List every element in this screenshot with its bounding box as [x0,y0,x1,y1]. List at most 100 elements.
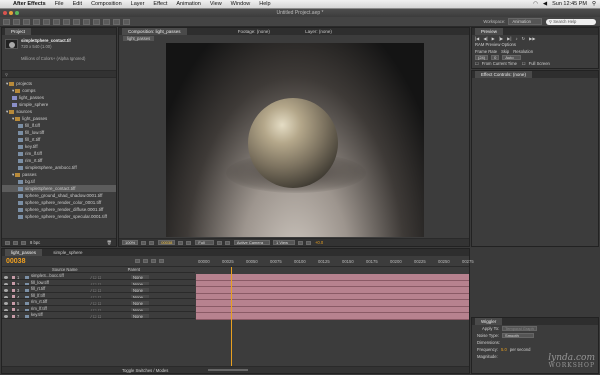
column-parent[interactable]: Parent [128,267,140,272]
full-screen-checkbox[interactable]: ☐ [522,61,526,66]
project-item-file[interactable]: simpleSphere_contact.tiff [2,185,116,192]
layer-duration-bar[interactable] [196,313,469,320]
label-color-swatch[interactable] [12,314,15,318]
viewer-timecode[interactable]: 00038 [158,240,176,245]
menu-window[interactable]: Window [231,1,251,7]
snapshot-icon[interactable] [178,240,184,245]
tab-footage[interactable]: Footage: (none) [232,28,276,35]
brush-tool-icon[interactable] [93,18,100,25]
tab-layer[interactable]: Layer: (none) [299,28,338,35]
project-item-folder[interactable]: ▾ passes [2,171,116,178]
selection-tool-icon[interactable] [3,18,10,25]
wifi-icon[interactable]: ◠ [533,1,538,7]
composition-render[interactable] [166,43,424,237]
camera-select[interactable]: Active Camera [233,240,271,245]
project-item-file[interactable]: fill_lf.tiff [2,122,116,129]
mask-visibility-icon[interactable] [149,240,155,245]
layer-name[interactable]: rim_rt.tiff [31,299,91,305]
magnification-select[interactable]: 100% [122,240,139,245]
text-tool-icon[interactable] [83,18,90,25]
pan-behind-tool-icon[interactable] [53,18,60,25]
breadcrumb[interactable]: light_passes [123,36,155,41]
column-source-name[interactable]: Source Name [52,267,78,272]
graph-editor-icon[interactable] [159,259,165,263]
last-frame-icon[interactable]: ▶| [507,36,511,41]
menubar-clock[interactable]: Sun 12:45 PM [552,1,587,7]
layer-name[interactable]: key.tiff [31,312,91,318]
menu-composition[interactable]: Composition [91,1,122,7]
exposure-value[interactable]: +0.0 [315,240,323,245]
loop-icon[interactable]: ↻ [522,36,526,41]
workspace-select[interactable]: Animation [508,18,542,25]
project-item-folder[interactable]: ▾ sources [2,108,116,115]
puppet-tool-icon[interactable] [123,18,130,25]
project-search-input[interactable]: ⚲ [2,71,116,78]
comp-mini-flowchart-icon[interactable] [135,259,141,263]
project-item-file[interactable]: sphere_sphere_render_color_0001.tiff [2,199,116,206]
tab-preview[interactable]: Preview [475,28,504,35]
frequency-value[interactable]: 5.0 [501,347,507,352]
menu-app-name[interactable]: After Effects [13,1,46,7]
resolution-select[interactable]: Full [195,240,214,245]
menu-file[interactable]: File [55,1,64,7]
from-current-checkbox[interactable]: ☐ [475,61,479,66]
frame-rate-select[interactable]: (24) [475,54,489,60]
toggle-pixel-icon[interactable] [297,240,303,245]
hand-tool-icon[interactable] [13,18,20,25]
pen-tool-icon[interactable] [73,18,80,25]
menu-effect[interactable]: Effect [153,1,167,7]
transparency-grid-icon[interactable] [224,240,230,245]
timeline-timecode[interactable]: 00038 [6,258,25,265]
channel-icon[interactable] [186,240,192,245]
project-item-folder[interactable]: ▾ light_passes [2,115,116,122]
eraser-tool-icon[interactable] [113,18,120,25]
tab-timeline-light-passes[interactable]: light_passes [5,249,43,256]
eye-icon[interactable] [4,315,8,318]
safe-zones-icon[interactable] [141,240,147,245]
toggle-switches-modes-button[interactable]: Toggle Switches / Modes [122,368,168,373]
menu-layer[interactable]: Layer [131,1,145,7]
prev-frame-icon[interactable]: ◀| [483,36,487,41]
layer-switches[interactable]: ⁄ ☐ ☐ [91,314,131,318]
fast-previews-icon[interactable] [305,240,311,245]
project-item-file[interactable]: sphere_ground_shad_shadow.0001.tiff [2,192,116,199]
disclosure-triangle-icon[interactable]: ▾ [6,109,8,114]
layer-name[interactable]: fill_lf.tiff [31,293,91,299]
project-item-file[interactable]: sphere_sphere_render_specular.0001.tiff [2,213,116,220]
tab-effect-controls[interactable]: Effect Controls: (none) [475,71,532,78]
zoom-tool-icon[interactable] [23,18,30,25]
project-item-file[interactable]: rim_lf.tiff [2,150,116,157]
bpc-indicator[interactable]: 8 bpc [30,240,40,245]
rotate-tool-icon[interactable] [33,18,40,25]
clone-tool-icon[interactable] [103,18,110,25]
menu-animation[interactable]: Animation [176,1,200,7]
layer-parent-select[interactable]: None [131,314,150,318]
motion-blur-icon[interactable] [151,259,157,263]
menu-edit[interactable]: Edit [73,1,82,7]
tab-timeline-simple-sphere[interactable]: simple_sphere [47,249,88,256]
project-item-file[interactable]: bg.tif [2,178,116,185]
tab-project[interactable]: Project [5,28,32,35]
disclosure-triangle-icon[interactable]: ▾ [6,81,8,86]
tab-wiggler[interactable]: Wiggler [475,318,503,325]
project-item-folder[interactable]: ▾ projects [2,80,116,87]
project-item-folder[interactable]: ▾ comps [2,87,116,94]
layer-name[interactable]: fill_low.tiff [31,280,91,286]
time-ruler[interactable]: 00000 00025 00050 00075 00100 00125 00150 00175… [196,256,474,267]
resolution-preview-select[interactable]: Auto [502,54,521,60]
mask-tool-icon[interactable] [63,18,70,25]
interpret-footage-icon[interactable] [5,240,10,245]
draft-3d-icon[interactable] [143,259,149,263]
disclosure-triangle-icon[interactable]: ▾ [12,88,14,93]
apply-to-select[interactable]: Temporal Graph [502,326,537,331]
project-item-comp[interactable]: simple_sphere [2,101,116,108]
ram-preview-icon[interactable]: ▶▶ [529,36,535,41]
project-item-file[interactable]: sphere_sphere_render_diffuse.0001.tiff [2,206,116,213]
menu-help[interactable]: Help [259,1,270,7]
tab-composition[interactable]: Composition: light_passes [122,28,187,35]
project-item-file[interactable]: simpleSphere_ambocc.tiff [2,164,116,171]
next-frame-icon[interactable]: |▶ [499,36,503,41]
layer-name[interactable]: fill_rt.tiff [31,286,91,292]
current-time-indicator[interactable] [231,267,232,367]
project-item-file[interactable]: fill_rt.tiff [2,136,116,143]
